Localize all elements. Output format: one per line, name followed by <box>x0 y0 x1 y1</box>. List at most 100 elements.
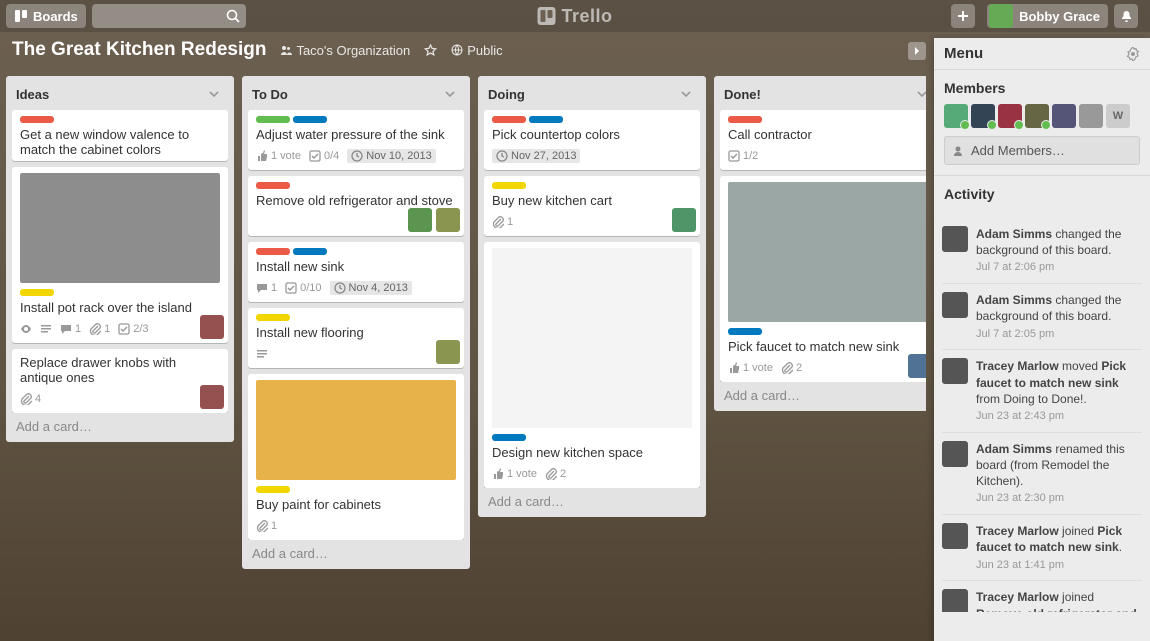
activity-time: Jul 7 at 2:05 pm <box>976 327 1142 342</box>
list-title[interactable]: Done! <box>724 87 912 102</box>
board-title[interactable]: The Great Kitchen Redesign <box>12 39 266 61</box>
visibility-button[interactable]: Public <box>451 43 502 58</box>
comments-badge: 1 <box>60 323 81 335</box>
search-input[interactable] <box>92 4 246 28</box>
add-card-button[interactable]: Add a card… <box>484 488 700 511</box>
label-yellow <box>256 314 290 321</box>
boards-button[interactable]: Boards <box>6 4 86 28</box>
label-red <box>728 116 762 123</box>
activity-time: Jun 23 at 2:30 pm <box>976 491 1142 506</box>
org-name: Taco's Organization <box>296 43 410 58</box>
activity-verb: joined <box>1059 590 1094 604</box>
list: Ideas Get a new window valence to match t… <box>6 76 234 442</box>
card[interactable]: Install new flooring <box>248 308 464 368</box>
activity-verb: joined <box>1059 524 1098 538</box>
card-title: Call contractor <box>728 127 926 142</box>
chevron-right-icon <box>913 47 921 55</box>
member-avatar[interactable] <box>1079 104 1103 128</box>
card-member-avatar[interactable] <box>200 315 224 339</box>
trello-logo[interactable]: Trello <box>537 6 612 27</box>
activity-avatar[interactable] <box>942 226 968 252</box>
card[interactable]: Buy paint for cabinets1 <box>248 374 464 540</box>
list-menu-button[interactable] <box>204 84 224 104</box>
card[interactable]: Call contractor1/2 <box>720 110 926 170</box>
member-avatar[interactable] <box>1052 104 1076 128</box>
list-menu-button[interactable] <box>912 84 926 104</box>
card-member-avatar[interactable] <box>408 208 432 232</box>
more-members-button[interactable]: W <box>1106 104 1130 128</box>
checklist-badge: 2/3 <box>118 323 148 335</box>
members-row: W <box>944 104 1140 128</box>
card[interactable]: Buy new kitchen cart1 <box>484 176 700 236</box>
org-link[interactable]: Taco's Organization <box>280 43 410 58</box>
create-button[interactable] <box>951 4 975 28</box>
list-title[interactable]: Ideas <box>16 87 204 102</box>
due-date-badge: Nov 10, 2013 <box>347 149 435 163</box>
card-member-avatar[interactable] <box>436 340 460 364</box>
activity-target[interactable]: Remove old refrigerator and stove <box>976 607 1137 612</box>
member-avatar[interactable] <box>998 104 1022 128</box>
card-member-avatar[interactable] <box>200 385 224 409</box>
card-member-avatar[interactable] <box>908 354 926 378</box>
notifications-button[interactable] <box>1114 4 1138 28</box>
label-red <box>20 116 54 123</box>
member-avatar[interactable] <box>1025 104 1049 128</box>
card-title: Adjust water pressure of the sink <box>256 127 456 142</box>
activity-avatar[interactable] <box>942 292 968 318</box>
card-cover-image <box>20 173 220 283</box>
card-labels <box>728 116 926 123</box>
label-blue <box>529 116 563 123</box>
visibility-label: Public <box>467 43 502 58</box>
card[interactable]: Design new kitchen space1 vote2 <box>484 242 700 488</box>
card[interactable]: Pick faucet to match new sink1 vote2 <box>720 176 926 382</box>
member-avatar[interactable] <box>944 104 968 128</box>
card[interactable]: Replace drawer knobs with antique ones4 <box>12 349 228 413</box>
user-menu[interactable]: Bobby Grace <box>987 4 1108 28</box>
add-card-button[interactable]: Add a card… <box>248 540 464 563</box>
card-member-avatar[interactable] <box>436 208 460 232</box>
activity-actor[interactable]: Tracey Marlow <box>976 524 1059 538</box>
menu-title: Menu <box>944 45 983 62</box>
card[interactable]: Pick countertop colorsNov 27, 2013 <box>484 110 700 170</box>
activity-actor[interactable]: Adam Simms <box>976 293 1052 307</box>
card-title: Pick countertop colors <box>492 127 692 142</box>
list-menu-button[interactable] <box>440 84 460 104</box>
card-cover-image <box>728 182 926 322</box>
star-button[interactable] <box>424 44 437 57</box>
activity-actor[interactable]: Adam Simms <box>976 442 1052 456</box>
menu-collapse-button[interactable] <box>908 42 926 60</box>
activity-tail: from Doing to Done!. <box>976 392 1087 406</box>
activity-avatar[interactable] <box>942 358 968 384</box>
activity-actor[interactable]: Adam Simms <box>976 227 1052 241</box>
activity-actor[interactable]: Tracey Marlow <box>976 590 1059 604</box>
activity-item: Tracey Marlow joined Remove old refriger… <box>942 581 1142 612</box>
chevron-down-icon <box>916 88 926 100</box>
list: To Do Adjust water pressure of the sink 1 … <box>242 76 470 569</box>
votes-badge: 1 vote <box>728 362 773 374</box>
card-labels <box>256 182 456 189</box>
list-menu-button[interactable] <box>676 84 696 104</box>
card-cover-image <box>492 248 692 428</box>
add-card-button[interactable]: Add a card… <box>720 382 926 405</box>
activity-avatar[interactable] <box>942 441 968 467</box>
card[interactable]: Adjust water pressure of the sink1 vote0… <box>248 110 464 170</box>
list-title[interactable]: Doing <box>488 87 676 102</box>
chevron-down-icon <box>444 88 456 100</box>
card[interactable]: Remove old refrigerator and stove <box>248 176 464 236</box>
label-blue <box>293 116 327 123</box>
card[interactable]: Install pot rack over the island112/3 <box>12 167 228 343</box>
card[interactable]: Get a new window valence to match the ca… <box>12 110 228 161</box>
menu-settings-button[interactable] <box>1126 47 1140 61</box>
list-title[interactable]: To Do <box>252 87 440 102</box>
avatar <box>989 4 1013 28</box>
votes-badge: 1 vote <box>256 150 301 162</box>
activity-avatar[interactable] <box>942 589 968 612</box>
activity-avatar[interactable] <box>942 523 968 549</box>
add-card-button[interactable]: Add a card… <box>12 413 228 436</box>
member-avatar[interactable] <box>971 104 995 128</box>
activity-actor[interactable]: Tracey Marlow <box>976 359 1059 373</box>
card-labels <box>492 116 692 123</box>
card-member-avatar[interactable] <box>672 208 696 232</box>
add-members-button[interactable]: Add Members… <box>944 136 1140 165</box>
card[interactable]: Install new sink10/10Nov 4, 2013 <box>248 242 464 302</box>
